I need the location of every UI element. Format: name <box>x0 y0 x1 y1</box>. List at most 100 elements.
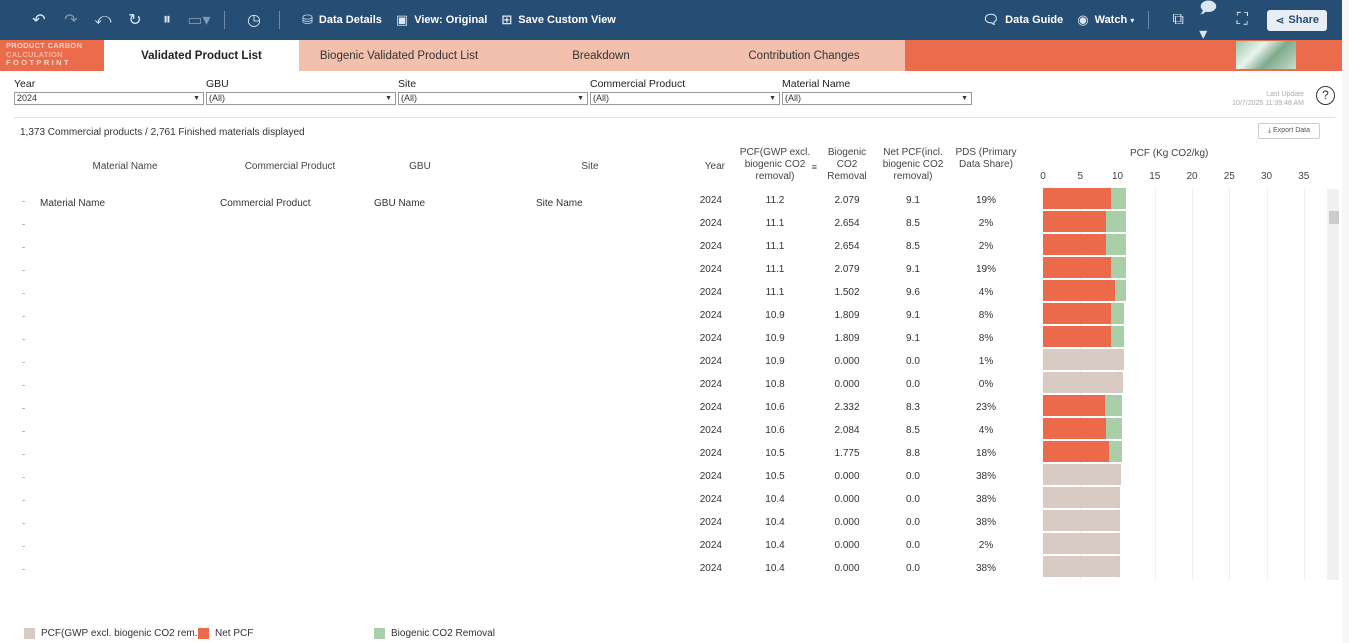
cell-pds: 8% <box>978 310 994 321</box>
legend-label: PCF(GWP excl. biogenic CO2 rem... <box>41 628 204 639</box>
header-pds[interactable]: PDS (Primary Data Share) <box>955 147 1017 171</box>
legend-item-biogenic: Biogenic CO2 Removal <box>374 628 495 639</box>
cell-net-pcf: 9.1 <box>906 264 920 275</box>
bar-net-pcf[interactable] <box>1043 418 1107 439</box>
header-pcf[interactable]: PCF(GWP excl. biogenic CO2 removal) ≡ <box>733 147 817 183</box>
sort-icon[interactable]: ≡ <box>812 161 817 173</box>
bar-net-pcf[interactable] <box>1043 395 1105 416</box>
bar-pcf[interactable] <box>1043 349 1125 370</box>
filter-label: Commercial Product <box>590 78 686 90</box>
row-marker <box>22 546 25 547</box>
tab-label: Validated Product List <box>141 49 262 62</box>
fullscreen-icon[interactable]: ⛶ <box>1231 9 1253 31</box>
row-material-name: Material Name <box>40 198 106 209</box>
view-original-button[interactable]: ▣ View: Original <box>396 12 487 28</box>
bar-pcf[interactable] <box>1043 464 1122 485</box>
alert-icon[interactable]: 🗩▾ <box>1199 0 1221 43</box>
cell-pcf: 10.8 <box>765 379 785 390</box>
bar-pcf[interactable] <box>1043 372 1124 393</box>
header-year[interactable]: Year <box>695 161 725 173</box>
toolbar-divider <box>279 11 280 29</box>
cell-net-pcf: 0.0 <box>906 471 920 482</box>
year-select[interactable]: 2024 ▼ <box>14 92 204 105</box>
axis-tick-label: 25 <box>1223 171 1235 182</box>
bar-net-pcf[interactable] <box>1043 326 1111 347</box>
cell-biogenic: 0.000 <box>834 471 860 482</box>
header-material-name[interactable]: Material Name <box>60 161 190 173</box>
help-icon[interactable]: ? <box>1316 86 1335 105</box>
revert-icon[interactable]: ⤺ <box>92 9 114 31</box>
watch-button[interactable]: ◉ Watch ▾ <box>1077 12 1134 28</box>
header-biogenic[interactable]: Biogenic CO2 Removal <box>822 147 872 183</box>
commercial-product-select[interactable]: (All) ▼ <box>590 92 780 105</box>
tab-validated-product-list[interactable]: Validated Product List <box>104 40 299 71</box>
bar-biogenic-removal[interactable] <box>1106 234 1127 255</box>
site-select[interactable]: (All) ▼ <box>398 92 588 105</box>
scrollbar-thumb[interactable] <box>1329 211 1339 224</box>
undo-icon[interactable]: ↶ <box>28 9 50 31</box>
axis-tick-label: 30 <box>1260 171 1273 182</box>
cell-net-pcf: 9.1 <box>906 333 920 344</box>
bar-biogenic-removal[interactable] <box>1106 211 1127 232</box>
pause-icon[interactable]: ⏸ <box>156 9 178 31</box>
bar-biogenic-removal[interactable] <box>1106 418 1122 439</box>
gbu-select[interactable]: (All) ▼ <box>206 92 396 105</box>
tab-contribution-changes[interactable]: Contribution Changes <box>703 40 905 71</box>
refresh-icon[interactable]: ↻ <box>124 9 146 31</box>
cell-year: 2024 <box>699 287 722 298</box>
vertical-scrollbar[interactable] <box>1327 189 1339 580</box>
material-name-select[interactable]: (All) ▼ <box>782 92 972 105</box>
row-marker <box>22 201 25 202</box>
bar-net-pcf[interactable] <box>1043 234 1107 255</box>
legend-label: Net PCF <box>215 628 254 639</box>
comment-icon[interactable]: ⧉ <box>1167 9 1189 31</box>
data-details-button[interactable]: ⛁ Data Details <box>302 12 382 28</box>
share-label: Share <box>1288 14 1319 26</box>
header-commercial-product[interactable]: Commercial Product <box>225 161 355 173</box>
row-marker <box>22 293 25 294</box>
row-gbu: GBU Name <box>374 198 426 209</box>
bar-net-pcf[interactable] <box>1043 280 1115 301</box>
axis-tick-label: 10 <box>1111 171 1124 182</box>
share-button[interactable]: ⋖ Share <box>1267 9 1327 31</box>
redo-icon[interactable]: ↷ <box>60 9 82 31</box>
bar-net-pcf[interactable] <box>1043 211 1107 232</box>
grid-line <box>1266 188 1268 580</box>
cell-pds: 2% <box>978 540 994 551</box>
bar-pcf[interactable] <box>1043 510 1121 531</box>
save-custom-view-button[interactable]: ⊞ Save Custom View <box>501 12 616 28</box>
cell-net-pcf: 8.5 <box>906 425 920 436</box>
bar-net-pcf[interactable] <box>1043 257 1111 278</box>
bar-pcf[interactable] <box>1043 533 1121 554</box>
export-data-button[interactable]: ⤓ Export Data <box>1258 123 1320 139</box>
cell-biogenic: 2.079 <box>834 195 860 206</box>
tab-breakdown[interactable]: Breakdown <box>499 40 703 71</box>
header-gbu[interactable]: GBU <box>380 161 460 173</box>
bar-net-pcf[interactable] <box>1043 188 1111 209</box>
bar-biogenic-removal[interactable] <box>1110 257 1127 278</box>
cell-biogenic: 0.000 <box>834 494 860 505</box>
header-net-pcf[interactable]: Net PCF(incl. biogenic CO2 removal) <box>878 147 948 183</box>
bar-biogenic-removal[interactable] <box>1110 303 1125 324</box>
tab-biogenic-validated-product-list[interactable]: Biogenic Validated Product List <box>299 40 499 71</box>
bar-pcf[interactable] <box>1043 487 1121 508</box>
bar-biogenic-removal[interactable] <box>1110 326 1125 347</box>
history-icon[interactable]: ◷ <box>243 9 265 31</box>
last-update-value: 10/7/2025 11:39:48 AM <box>1232 100 1304 107</box>
bar-biogenic-removal[interactable] <box>1104 395 1123 416</box>
bar-net-pcf[interactable] <box>1043 441 1109 462</box>
database-icon: ⛁ <box>302 12 313 27</box>
bar-pcf[interactable] <box>1043 556 1121 577</box>
header-site[interactable]: Site <box>550 161 630 173</box>
cell-pds: 4% <box>978 425 994 436</box>
cell-year: 2024 <box>699 540 722 551</box>
present-icon[interactable]: ▭▾ <box>187 9 210 31</box>
bar-biogenic-removal[interactable] <box>1110 188 1127 209</box>
forest-image <box>1236 41 1296 69</box>
data-guide-button[interactable]: 🗨 Data Guide <box>983 12 1064 28</box>
cell-biogenic: 1.809 <box>834 333 860 344</box>
bar-net-pcf[interactable] <box>1043 303 1111 324</box>
bar-biogenic-removal[interactable] <box>1108 441 1122 462</box>
bar-biogenic-removal[interactable] <box>1114 280 1126 301</box>
grid-line <box>1303 188 1305 580</box>
